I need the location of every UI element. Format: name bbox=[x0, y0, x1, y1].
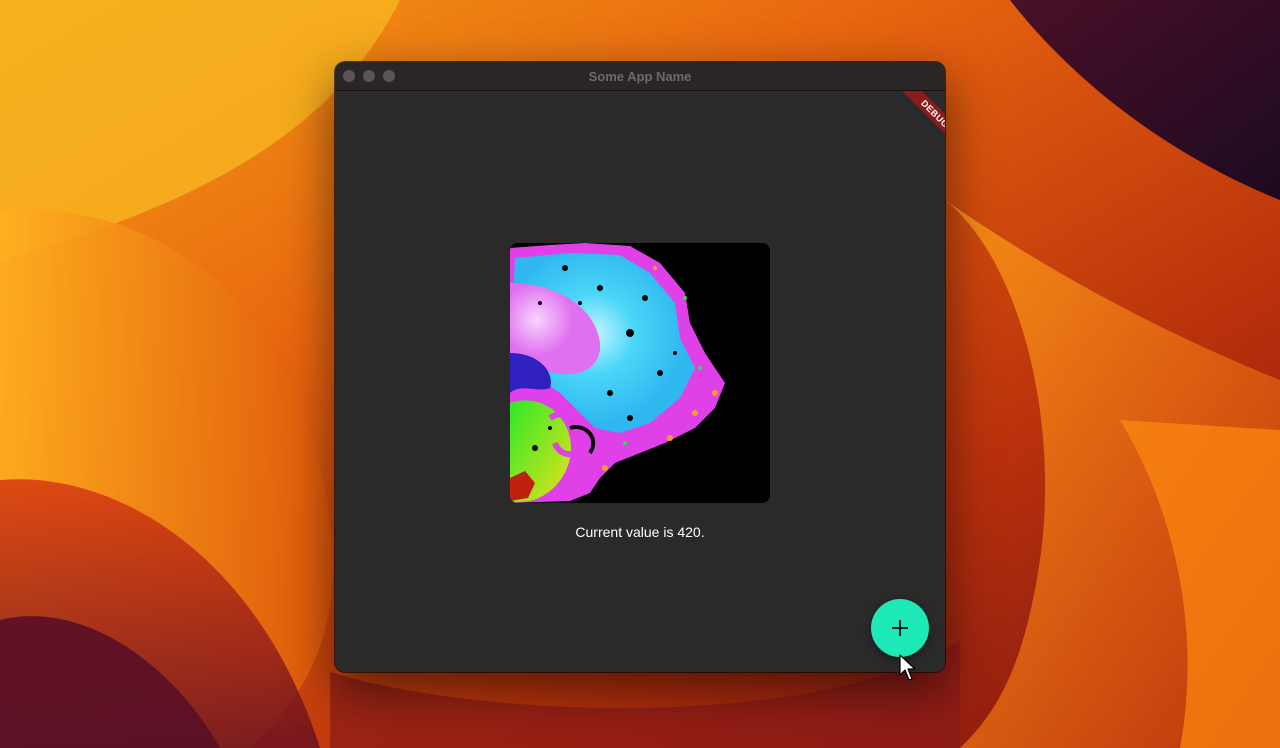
current-value-text: Current value is 420. bbox=[575, 524, 705, 540]
increment-fab-button[interactable] bbox=[871, 599, 929, 657]
fractal-image bbox=[510, 243, 770, 503]
app-window: Some App Name DEBUG Current value is 420… bbox=[335, 62, 945, 672]
debug-banner-label: DEBUG bbox=[898, 91, 945, 151]
mouse-pointer-icon bbox=[899, 654, 916, 681]
debug-banner: DEBUG bbox=[885, 91, 945, 151]
fractal-render bbox=[510, 243, 770, 503]
window-title: Some App Name bbox=[588, 69, 692, 84]
plus-icon bbox=[892, 620, 908, 636]
window-titlebar[interactable]: Some App Name bbox=[335, 62, 945, 91]
